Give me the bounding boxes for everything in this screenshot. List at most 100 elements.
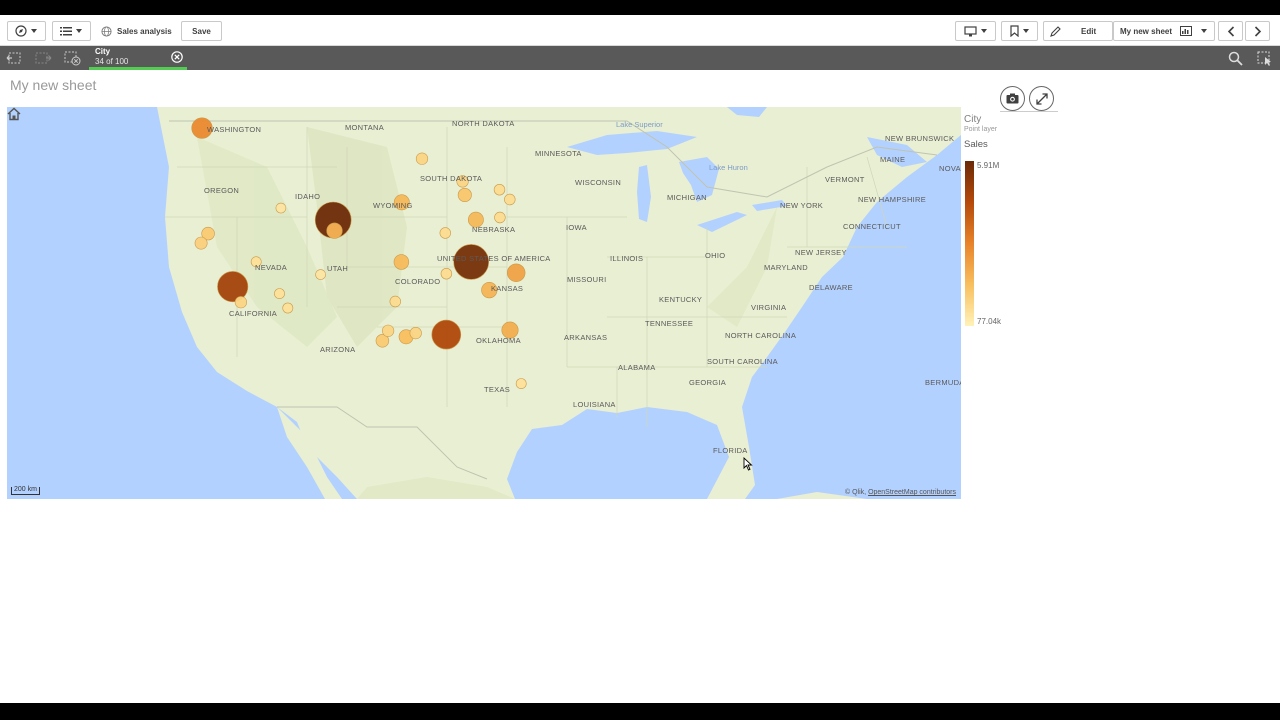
map-chart[interactable]: WASHINGTON MONTANA NORTH DAKOTA MINNESOT… bbox=[7, 107, 961, 499]
state-label: MARYLAND bbox=[764, 263, 808, 272]
chevron-left-icon bbox=[1227, 25, 1234, 37]
state-label: ILLINOIS bbox=[610, 254, 644, 263]
attribution-link[interactable]: OpenStreetMap contributors bbox=[868, 489, 956, 496]
selections-tool-icon[interactable] bbox=[1256, 50, 1274, 66]
state-label: VIRGINIA bbox=[751, 303, 787, 312]
state-label: MONTANA bbox=[345, 123, 385, 132]
home-icon[interactable] bbox=[7, 107, 21, 121]
sheet-thumbnail-icon bbox=[1180, 26, 1193, 36]
state-label: LOUISIANA bbox=[573, 400, 616, 409]
city-point[interactable] bbox=[282, 302, 294, 314]
state-label: MISSOURI bbox=[567, 275, 607, 284]
legend-min-value: 77.04k bbox=[977, 317, 1002, 326]
app-title: Sales analysis bbox=[101, 21, 172, 41]
city-point[interactable] bbox=[389, 295, 401, 308]
edit-button[interactable]: Edit bbox=[1043, 21, 1113, 41]
city-point[interactable] bbox=[493, 183, 506, 196]
state-label: NEW HAMPSHIRE bbox=[858, 195, 927, 204]
state-label: SOUTH DAKOTA bbox=[420, 174, 483, 183]
bookmark-menu-button[interactable] bbox=[1001, 21, 1038, 41]
state-label: NEW YORK bbox=[780, 201, 824, 210]
previous-sheet-button[interactable] bbox=[1218, 21, 1243, 41]
state-label: TEXAS bbox=[484, 385, 511, 394]
selection-count: 34 of 100 bbox=[95, 57, 129, 66]
city-point[interactable] bbox=[234, 296, 247, 309]
city-point[interactable] bbox=[507, 263, 526, 283]
legend-color-gradient bbox=[965, 161, 974, 326]
water-label: Lake Superior bbox=[616, 120, 663, 129]
state-label: NOVA bbox=[939, 164, 961, 173]
city-point[interactable] bbox=[275, 202, 287, 214]
city-point[interactable] bbox=[382, 324, 395, 337]
city-point[interactable] bbox=[515, 378, 527, 389]
selection-field-name: City bbox=[95, 47, 111, 56]
city-point[interactable] bbox=[440, 268, 453, 280]
attribution-prefix: © Qlik, bbox=[845, 489, 867, 496]
city-point[interactable] bbox=[194, 236, 208, 250]
city-point[interactable] bbox=[431, 319, 462, 350]
city-point[interactable] bbox=[274, 288, 285, 299]
city-point[interactable] bbox=[315, 269, 326, 280]
legend-subtitle: Point layer bbox=[964, 126, 998, 133]
scale-bar: 200 km bbox=[11, 486, 40, 495]
present-menu-button[interactable] bbox=[955, 21, 996, 41]
state-label: IDAHO bbox=[295, 192, 321, 201]
caret-down-icon bbox=[1201, 29, 1208, 33]
fullscreen-button[interactable] bbox=[1029, 86, 1054, 111]
state-label: NORTH CAROLINA bbox=[725, 331, 797, 340]
city-point[interactable] bbox=[504, 193, 516, 206]
state-label: WASHINGTON bbox=[207, 125, 262, 134]
save-button[interactable]: Save bbox=[181, 21, 222, 41]
list-icon bbox=[60, 27, 72, 36]
state-label: NEBRASKA bbox=[472, 225, 516, 234]
city-point[interactable] bbox=[393, 254, 410, 270]
city-point[interactable] bbox=[457, 188, 472, 203]
state-label: UNITED STATES OF AMERICA bbox=[437, 254, 551, 263]
search-icon[interactable] bbox=[1227, 50, 1245, 66]
step-forward-selection-icon[interactable] bbox=[34, 50, 52, 66]
pencil-icon bbox=[1050, 25, 1061, 37]
state-label: WISCONSIN bbox=[575, 178, 622, 187]
sheet-selector-button[interactable]: My new sheet bbox=[1113, 21, 1215, 41]
state-label: NEVADA bbox=[255, 263, 288, 272]
legend-title: City bbox=[964, 114, 982, 125]
state-label: SOUTH CAROLINA bbox=[707, 357, 778, 366]
navigation-menu-button[interactable] bbox=[7, 21, 46, 41]
state-label: FLORIDA bbox=[713, 446, 748, 455]
state-label: MICHIGAN bbox=[667, 193, 707, 202]
caret-down-icon bbox=[31, 29, 37, 33]
camera-icon bbox=[1006, 93, 1019, 104]
step-back-selection-icon[interactable] bbox=[6, 50, 24, 66]
mouse-cursor-icon bbox=[743, 457, 753, 471]
compass-icon bbox=[15, 25, 27, 37]
next-sheet-button[interactable] bbox=[1245, 21, 1270, 41]
legend-measure: Sales bbox=[964, 139, 988, 150]
app-name: Sales analysis bbox=[117, 26, 172, 36]
city-point[interactable] bbox=[326, 222, 343, 239]
legend-max-value: 5.91M bbox=[977, 161, 1000, 170]
state-label: OHIO bbox=[705, 251, 726, 260]
state-label: OKLAHOMA bbox=[476, 336, 521, 345]
save-label: Save bbox=[192, 26, 211, 36]
toolbar-divider bbox=[1000, 111, 1058, 112]
state-label: ALABAMA bbox=[618, 363, 656, 372]
selection-chip-city[interactable]: City 34 of 100 bbox=[89, 46, 187, 70]
snapshot-button[interactable] bbox=[1000, 86, 1025, 111]
map-legend: City Point layer Sales 5.91M 77.04k bbox=[964, 114, 1034, 344]
city-point[interactable] bbox=[439, 227, 451, 239]
city-point[interactable] bbox=[494, 211, 506, 224]
state-label: ARIZONA bbox=[320, 345, 356, 354]
clear-all-selections-icon[interactable] bbox=[63, 50, 81, 66]
state-label: CALIFORNIA bbox=[229, 309, 278, 318]
caret-down-icon bbox=[1022, 29, 1029, 33]
chevron-right-icon bbox=[1254, 25, 1261, 37]
global-menu-button[interactable] bbox=[52, 21, 91, 41]
state-label: ARKANSAS bbox=[564, 333, 608, 342]
city-point[interactable] bbox=[415, 152, 429, 165]
state-label: MAINE bbox=[880, 155, 906, 164]
state-label: TENNESSEE bbox=[645, 319, 694, 328]
state-label: NEW JERSEY bbox=[795, 248, 847, 257]
close-icon[interactable] bbox=[171, 51, 183, 63]
city-point[interactable] bbox=[409, 327, 422, 340]
state-label: UTAH bbox=[327, 264, 349, 273]
